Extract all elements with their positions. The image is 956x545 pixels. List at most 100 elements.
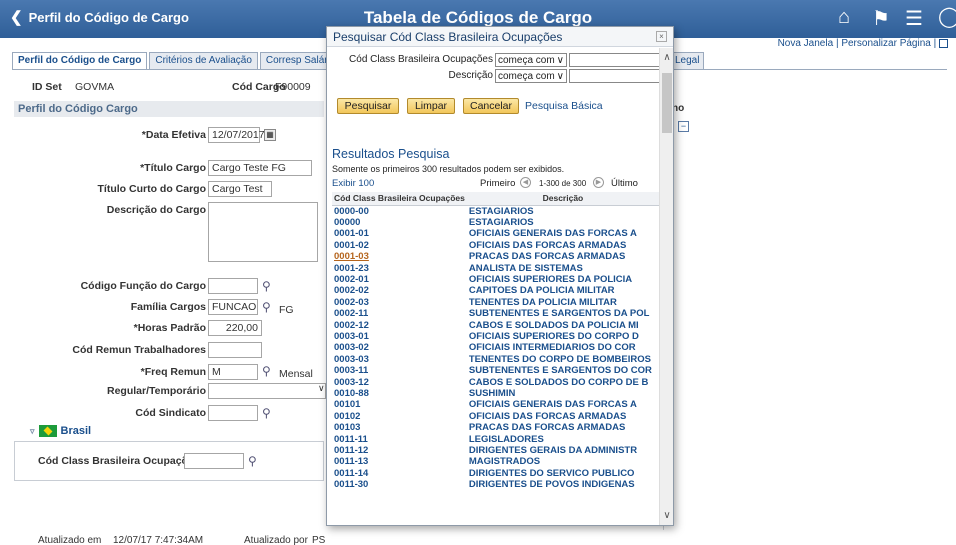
union-input[interactable]: [208, 405, 258, 421]
row-descr-link[interactable]: ESTAGIARIOS: [467, 217, 659, 228]
grid-icon[interactable]: [939, 38, 948, 48]
row-descr-link[interactable]: DIRIGENTES DO SERVICO PUBLICO: [467, 468, 659, 479]
row-descr-link[interactable]: SUSHIMIN: [467, 388, 659, 399]
personalize-page-link[interactable]: Personalizar Página: [841, 38, 931, 49]
tab-job-profile[interactable]: Perfil do Código de Cargo: [12, 52, 148, 69]
table-row[interactable]: 0003-11 SUBTENENTES E SARGENTOS DO COR: [332, 365, 659, 376]
cbo-search-input[interactable]: [569, 53, 659, 67]
row-code-link[interactable]: 00000: [332, 217, 467, 228]
row-code-link[interactable]: 0003-01: [332, 331, 467, 342]
calendar-icon[interactable]: ▦: [264, 129, 276, 141]
row-descr-link[interactable]: CABOS E SOLDADOS DA POLICIA MI: [467, 320, 659, 331]
table-row[interactable]: 0010-88 SUSHIMIN: [332, 388, 659, 399]
table-row[interactable]: 0001-23 ANALISTA DE SISTEMAS: [332, 263, 659, 274]
last-link[interactable]: Último: [611, 178, 638, 189]
row-code-link[interactable]: 0002-12: [332, 320, 467, 331]
search-icon[interactable]: ⚲: [248, 454, 257, 468]
short-title-input[interactable]: Cargo Test: [208, 181, 272, 197]
row-code-link[interactable]: 0010-88: [332, 388, 467, 399]
hours-input[interactable]: 220,00: [208, 320, 262, 336]
row-code-link[interactable]: 0003-02: [332, 342, 467, 353]
row-code-link[interactable]: 0002-11: [332, 308, 467, 319]
row-code-link[interactable]: 0011-13: [332, 456, 467, 467]
family-input[interactable]: FUNCAO: [208, 299, 258, 315]
row-code-link[interactable]: 0003-12: [332, 377, 467, 388]
row-descr-link[interactable]: TENENTES DO CORPO DE BOMBEIROS: [467, 354, 659, 365]
brasil-section-toggle[interactable]: ▿ Brasil: [30, 425, 91, 437]
row-descr-link[interactable]: PRACAS DAS FORCAS ARMADAS: [467, 251, 659, 262]
table-row[interactable]: 0002-01 OFICIAIS SUPERIORES DA POLICIA: [332, 274, 659, 285]
row-code-link[interactable]: 0001-02: [332, 240, 467, 251]
table-row[interactable]: 00101 OFICIAIS GENERAIS DAS FORCAS A: [332, 399, 659, 410]
table-row[interactable]: 00103 PRACAS DAS FORCAS ARMADAS: [332, 422, 659, 433]
close-icon[interactable]: ×: [656, 31, 667, 42]
row-descr-link[interactable]: OFICIAIS SUPERIORES DA POLICIA: [467, 274, 659, 285]
row-code-link[interactable]: 0001-23: [332, 263, 467, 274]
row-descr-link[interactable]: CAPITOES DA POLICIA MILITAR: [467, 285, 659, 296]
regtemp-select[interactable]: [208, 383, 326, 399]
menu-icon[interactable]: ☰: [905, 6, 923, 31]
search-icon[interactable]: ⚲: [262, 406, 271, 420]
row-descr-link[interactable]: ANALISTA DE SISTEMAS: [467, 263, 659, 274]
table-row[interactable]: 0001-01 OFICIAIS GENERAIS DAS FORCAS A: [332, 228, 659, 239]
prev-page-icon[interactable]: ◀: [520, 177, 531, 188]
table-row[interactable]: 0003-12 CABOS E SOLDADOS DO CORPO DE B: [332, 377, 659, 388]
collapse-button[interactable]: −: [678, 121, 689, 132]
cbo-operator-select[interactable]: começa com ∨: [495, 53, 567, 67]
modal-scrollbar[interactable]: ∧ ∨: [659, 48, 673, 525]
first-link[interactable]: Primeiro: [480, 178, 515, 189]
row-descr-link[interactable]: LEGISLADORES: [467, 434, 659, 445]
row-code-link[interactable]: 0001-01: [332, 228, 467, 239]
cbo-input[interactable]: [184, 453, 244, 469]
row-code-link[interactable]: 0011-14: [332, 468, 467, 479]
row-code-link[interactable]: 0002-01: [332, 274, 467, 285]
comp-input[interactable]: [208, 342, 262, 358]
table-row[interactable]: 0011-11 LEGISLADORES: [332, 434, 659, 445]
row-code-link[interactable]: 0011-30: [332, 479, 467, 490]
next-page-icon[interactable]: ▶: [593, 177, 604, 188]
row-code-link[interactable]: 0003-11: [332, 365, 467, 376]
table-row[interactable]: 0011-13 MAGISTRADOS: [332, 456, 659, 467]
row-code-link[interactable]: 00103: [332, 422, 467, 433]
table-row[interactable]: 0002-12 CABOS E SOLDADOS DA POLICIA MI: [332, 320, 659, 331]
row-descr-link[interactable]: OFICIAIS GENERAIS DAS FORCAS A: [467, 399, 659, 410]
cancel-button[interactable]: Cancelar: [463, 98, 519, 114]
row-code-link[interactable]: 0002-02: [332, 285, 467, 296]
table-row[interactable]: 0011-12 DIRIGENTES GERAIS DA ADMINISTR: [332, 445, 659, 456]
title-input[interactable]: Cargo Teste FG: [208, 160, 312, 176]
row-descr-link[interactable]: DIRIGENTES DE POVOS INDIGENAS: [467, 479, 659, 490]
row-code-link[interactable]: 0000-00: [332, 205, 467, 217]
row-descr-link[interactable]: ESTAGIARIOS: [467, 205, 659, 217]
row-code-link[interactable]: 00101: [332, 399, 467, 410]
new-window-link[interactable]: Nova Janela: [778, 38, 834, 49]
row-descr-link[interactable]: CABOS E SOLDADOS DO CORPO DE B: [467, 377, 659, 388]
table-row[interactable]: 00102 OFICIAIS DAS FORCAS ARMADAS: [332, 411, 659, 422]
search-icon[interactable]: ⚲: [262, 279, 271, 293]
row-descr-link[interactable]: DIRIGENTES GERAIS DA ADMINISTR: [467, 445, 659, 456]
row-code-link[interactable]: 0001-03: [332, 251, 467, 262]
scroll-down-icon[interactable]: ∨: [660, 510, 674, 521]
table-row[interactable]: 0003-03 TENENTES DO CORPO DE BOMBEIROS: [332, 354, 659, 365]
row-code-link[interactable]: 00102: [332, 411, 467, 422]
basic-search-link[interactable]: Pesquisa Básica: [525, 100, 603, 112]
row-descr-link[interactable]: SUBTENENTES E SARGENTOS DA POL: [467, 308, 659, 319]
row-descr-link[interactable]: PRACAS DAS FORCAS ARMADAS: [467, 422, 659, 433]
table-row[interactable]: 0002-11 SUBTENENTES E SARGENTOS DA POL: [332, 308, 659, 319]
table-row[interactable]: 0011-14 DIRIGENTES DO SERVICO PUBLICO: [332, 468, 659, 479]
row-code-link[interactable]: 0003-03: [332, 354, 467, 365]
scroll-up-icon[interactable]: ∧: [660, 52, 674, 63]
row-code-link[interactable]: 0002-03: [332, 297, 467, 308]
row-descr-link[interactable]: TENENTES DA POLICIA MILITAR: [467, 297, 659, 308]
table-row[interactable]: 0000-00 ESTAGIARIOS: [332, 205, 659, 217]
table-row[interactable]: 0001-03 PRACAS DAS FORCAS ARMADAS: [332, 251, 659, 262]
freq-input[interactable]: M: [208, 364, 258, 380]
home-icon[interactable]: ⌂: [838, 6, 850, 29]
table-row[interactable]: 00000 ESTAGIARIOS: [332, 217, 659, 228]
table-row[interactable]: 0001-02 OFICIAIS DAS FORCAS ARMADAS: [332, 240, 659, 251]
row-descr-link[interactable]: SUBTENENTES E SARGENTOS DO COR: [467, 365, 659, 376]
row-code-link[interactable]: 0011-11: [332, 434, 467, 445]
tab-evaluation-criteria[interactable]: Critérios de Avaliação: [149, 52, 258, 69]
row-descr-link[interactable]: OFICIAIS DAS FORCAS ARMADAS: [467, 240, 659, 251]
descr-search-input[interactable]: [569, 69, 659, 83]
row-descr-link[interactable]: OFICIAIS INTERMEDIARIOS DO COR: [467, 342, 659, 353]
